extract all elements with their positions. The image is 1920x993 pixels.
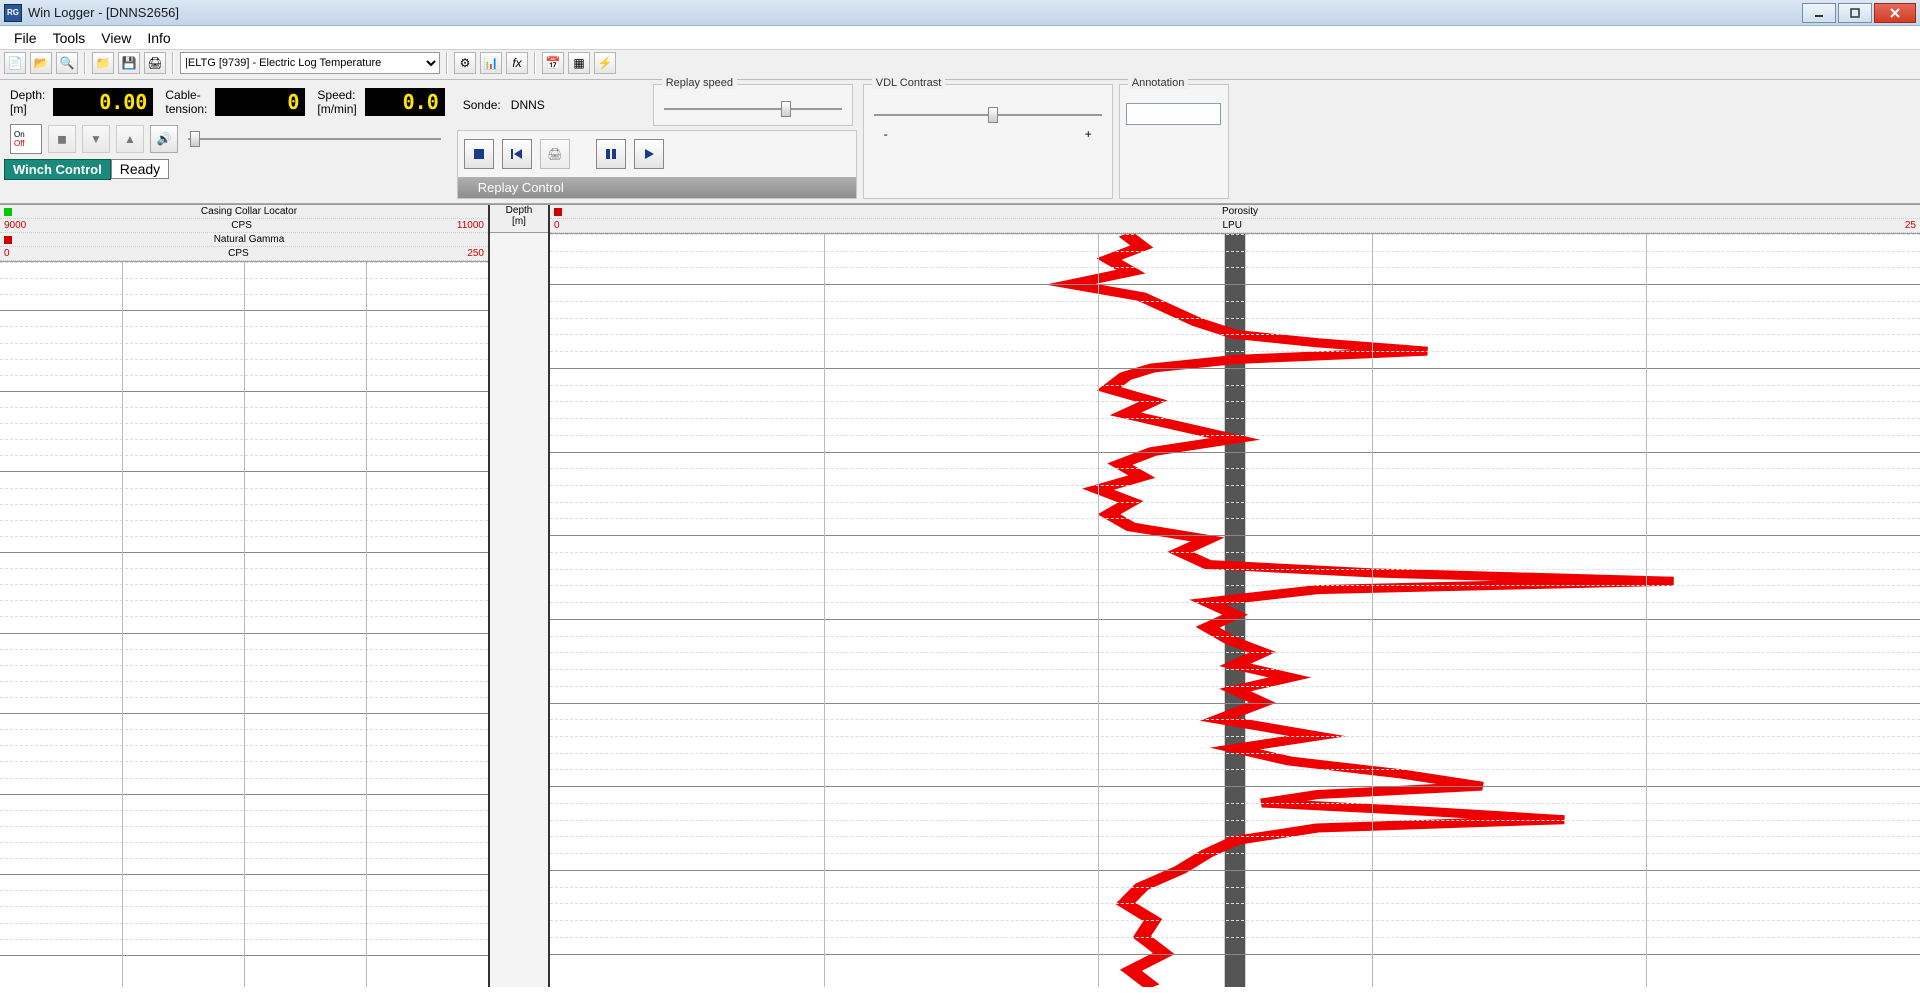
titlebar: RG Win Logger - [DNNS2656]: [0, 0, 1920, 26]
depth-track: Depth[m] 79.080.081.082.083.084.085.086.…: [490, 205, 550, 987]
window-title: Win Logger - [DNNS2656]: [28, 5, 179, 20]
left-track: Casing Collar Locator 9000CPS11000 Natur…: [0, 205, 490, 987]
search-icon[interactable]: 🔍: [56, 52, 78, 74]
chart-icon[interactable]: 📊: [480, 52, 502, 74]
depth-readout: 0.00: [53, 88, 153, 116]
replay-stop-button[interactable]: [464, 139, 494, 169]
config-icon[interactable]: ⚙: [454, 52, 476, 74]
depth-label: Depth:: [10, 88, 45, 102]
speed-label: Speed:: [317, 88, 355, 102]
replay-control-header: Replay Control: [458, 177, 856, 198]
save-icon[interactable]: 💾: [118, 52, 140, 74]
menubar: File Tools View Info: [0, 26, 1920, 50]
winch-status-row: Winch Control Ready: [4, 158, 451, 180]
app-icon: RG: [4, 4, 22, 22]
bolt-icon[interactable]: ⚡: [594, 52, 616, 74]
power-toggle[interactable]: OnOff: [10, 124, 42, 154]
depth-unit: [m]: [10, 102, 27, 116]
calendar-icon[interactable]: 📅: [542, 52, 564, 74]
menu-file[interactable]: File: [6, 26, 45, 49]
toolbar: 📄 📂 🔍 📁 💾 🖨 |ELTG [9739] - Electric Log …: [0, 50, 1920, 80]
tension-label: tension:: [165, 102, 207, 116]
open-file-icon[interactable]: 📂: [30, 52, 52, 74]
up-arrow-button[interactable]: ▲: [116, 125, 144, 153]
print-icon[interactable]: 🖨: [144, 52, 166, 74]
cable-label: Cable-: [165, 88, 200, 102]
sonde-value: DNNS: [511, 98, 545, 112]
replay-speed-slider[interactable]: [660, 97, 846, 121]
vdl-contrast-group: VDL Contrast -+: [863, 84, 1113, 199]
down-arrow-button[interactable]: ▼: [82, 125, 110, 153]
new-file-icon[interactable]: 📄: [4, 52, 26, 74]
folder-icon[interactable]: 📁: [92, 52, 114, 74]
menu-view[interactable]: View: [93, 26, 139, 49]
tool-dropdown[interactable]: |ELTG [9739] - Electric Log Temperature: [180, 52, 440, 74]
cable-readout: 0: [215, 88, 305, 116]
replay-rewind-button[interactable]: [502, 139, 532, 169]
maximize-button[interactable]: [1838, 3, 1872, 23]
winch-status: Ready: [111, 159, 169, 179]
vdl-contrast-slider[interactable]: [870, 103, 1106, 127]
control-panels: Depth: [m] 0.00 Cable- tension: 0 Speed:…: [0, 80, 1920, 204]
winch-buttons: OnOff ◼ ▼ ▲ 🔊: [4, 120, 451, 158]
replay-print-button[interactable]: 🖨: [540, 139, 570, 169]
minimize-button[interactable]: [1802, 3, 1836, 23]
replay-speed-group: Replay speed: [653, 84, 853, 126]
close-button[interactable]: [1874, 3, 1916, 23]
right-track: Porosity 0LPU25: [550, 205, 1920, 987]
log-plot-area: Casing Collar Locator 9000CPS11000 Natur…: [0, 204, 1920, 987]
sonde-label: Sonde:: [463, 98, 501, 112]
replay-play-button[interactable]: [634, 139, 664, 169]
sonde-panel: Sonde: DNNS: [457, 84, 647, 126]
winch-slider[interactable]: [184, 127, 445, 151]
menu-tools[interactable]: Tools: [45, 26, 94, 49]
grid-icon[interactable]: ▦: [568, 52, 590, 74]
annotation-group: Annotation: [1119, 84, 1229, 199]
menu-info[interactable]: Info: [139, 26, 178, 49]
readout-panel: Depth: [m] 0.00 Cable- tension: 0 Speed:…: [4, 84, 451, 120]
replay-control-group: 🖨 Replay Control: [457, 130, 857, 199]
speaker-icon[interactable]: 🔊: [150, 125, 178, 153]
annotation-input[interactable]: [1126, 103, 1221, 125]
speed-readout: 0.0: [365, 88, 445, 116]
speed-unit: [m/min]: [317, 102, 356, 116]
replay-pause-button[interactable]: [596, 139, 626, 169]
winch-control-tag: Winch Control: [4, 159, 111, 180]
stop-square-button[interactable]: ◼: [48, 125, 76, 153]
fx-icon[interactable]: fx: [506, 52, 528, 74]
